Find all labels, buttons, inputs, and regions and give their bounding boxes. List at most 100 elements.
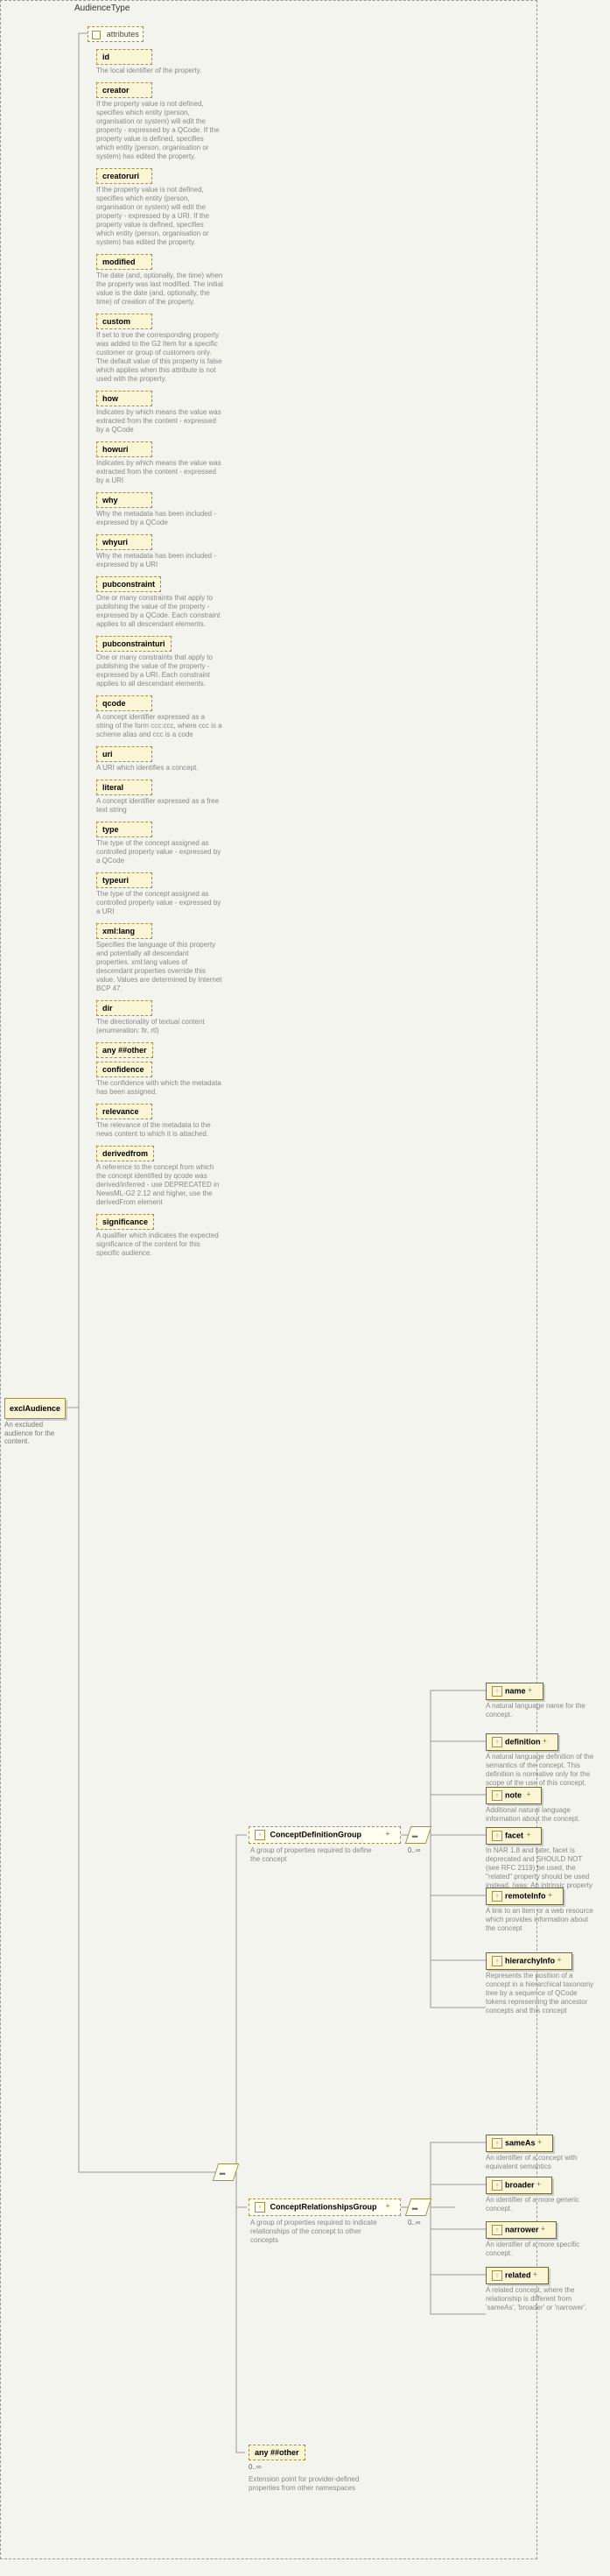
attr-id[interactable]: id	[96, 49, 152, 65]
element-note[interactable]: ▫note +	[486, 1787, 542, 1804]
attr-xml-lang[interactable]: xml:lang	[96, 923, 152, 939]
attr-whyuri[interactable]: whyuri	[96, 534, 152, 550]
attribute-list-container: id The local identifier of the property.…	[96, 49, 223, 1265]
attr-relevance[interactable]: relevance	[96, 1104, 152, 1119]
plus-icon[interactable]: +	[536, 2138, 544, 2147]
extension-desc: Extension point for provider-defined pro…	[249, 2475, 371, 2493]
attr-desc: The relevance of the metadata to the new…	[96, 1121, 223, 1139]
plus-icon[interactable]: +	[541, 1737, 550, 1746]
sequence-connector-def: •••	[408, 1826, 429, 1842]
definition-group-desc: A group of properties required to define…	[250, 1846, 377, 1864]
attr-desc: A concept identifier expressed as a stri…	[96, 713, 223, 739]
element-icon: ▫	[492, 2138, 502, 2149]
attr-typeuri[interactable]: typeuri	[96, 872, 152, 888]
element-icon: ▫	[492, 1790, 502, 1801]
attr-desc: A reference to the concept from which th…	[96, 1163, 223, 1207]
attributes-box[interactable]	[88, 26, 144, 42]
plus-icon[interactable]: +	[526, 1686, 535, 1695]
element-hierarchyinfo[interactable]: ▫hierarchyInfo +	[486, 1952, 572, 1970]
attr-uri[interactable]: uri	[96, 746, 152, 762]
concept-relationships-group[interactable]: ▫ ConceptRelationshipsGroup +	[249, 2198, 401, 2216]
element-name[interactable]: ▫name +	[486, 1683, 543, 1700]
element-desc: Additional natural language information …	[486, 1806, 595, 1824]
attr-desc: The directionality of textual content (e…	[96, 1018, 223, 1035]
attr-desc: Why the metadata has been included - exp…	[96, 510, 223, 527]
element-definition[interactable]: ▫definition +	[486, 1733, 558, 1751]
attr-pubconstraint[interactable]: pubconstraint	[96, 576, 161, 592]
frame-title: AudienceType	[74, 4, 130, 13]
element-sameas[interactable]: ▫sameAs +	[486, 2135, 553, 2152]
plus-icon[interactable]: +	[383, 1830, 392, 1838]
element-related[interactable]: ▫related +	[486, 2267, 549, 2284]
element-facet[interactable]: ▫facet +	[486, 1827, 542, 1845]
sequence-connector-rel: •••	[408, 2198, 429, 2214]
element-desc: A natural language definition of the sem…	[486, 1753, 595, 1788]
root-element-exclaudience: exclAudience	[4, 1398, 66, 1419]
attr-desc: The date (and, optionally, the time) whe…	[96, 272, 223, 307]
attr-type[interactable]: type	[96, 822, 152, 837]
attr-desc: The local identifier of the property.	[96, 67, 223, 75]
sequence-connector: •••	[215, 2163, 242, 2183]
attr-custom[interactable]: custom	[96, 314, 152, 329]
attr-desc: The type of the concept assigned as cont…	[96, 839, 223, 865]
attr-literal[interactable]: literal	[96, 780, 152, 795]
plus-icon[interactable]: +	[555, 1956, 564, 1965]
element-remoteinfo[interactable]: ▫remoteInfo +	[486, 1888, 564, 1905]
attr-desc: Indicates by which means the value was e…	[96, 459, 223, 485]
attr-howuri[interactable]: howuri	[96, 441, 152, 457]
element-desc: A link to an item or a web resource whic…	[486, 1907, 595, 1933]
cardinality-def: 0..∞	[408, 1846, 421, 1854]
attr-desc: A concept identifier expressed as a free…	[96, 797, 223, 815]
plus-icon[interactable]: +	[524, 1790, 533, 1799]
attr-dir[interactable]: dir	[96, 1000, 152, 1016]
attr-modified[interactable]: modified	[96, 254, 152, 270]
relationships-group-desc: A group of properties required to indica…	[250, 2219, 382, 2245]
folder-icon: ▫	[255, 2202, 265, 2213]
diagram-canvas: AudienceType exclAudience An excluded au…	[0, 0, 610, 2576]
attr-how[interactable]: how	[96, 391, 152, 406]
element-narrower[interactable]: ▫narrower +	[486, 2221, 557, 2239]
element-desc: A related concept, where the relationshi…	[486, 2286, 595, 2312]
element-desc: An identifier of a more generic concept.	[486, 2196, 595, 2213]
plus-icon[interactable]: +	[546, 1891, 555, 1900]
element-icon: ▫	[492, 1686, 502, 1697]
attr-desc: Indicates by which means the value was e…	[96, 408, 223, 434]
attr-desc: If the property value is not defined, sp…	[96, 100, 223, 161]
attr-why[interactable]: why	[96, 492, 152, 508]
element-icon: ▫	[492, 1737, 502, 1747]
attr-desc: Why the metadata has been included - exp…	[96, 552, 223, 569]
attr-desc: A URI which identifies a concept.	[96, 764, 223, 773]
extension-any-element[interactable]: any ##other	[249, 2445, 305, 2460]
element-icon: ▫	[492, 1831, 502, 1841]
plus-icon[interactable]: +	[383, 2202, 392, 2211]
attr-desc: If the property value is not defined, sp…	[96, 186, 223, 247]
audience-type-frame	[0, 0, 537, 2559]
extension-cardinality: 0..∞	[249, 2463, 262, 2471]
attr-creatoruri[interactable]: creatoruri	[96, 168, 152, 184]
element-desc: An identifier of a more specific concept…	[486, 2241, 595, 2258]
concept-definition-group[interactable]: ▫ ConceptDefinitionGroup +	[249, 1826, 401, 1844]
attr-desc: One or many constraints that apply to pu…	[96, 653, 223, 688]
plus-icon[interactable]: +	[539, 2225, 548, 2234]
attr-desc: The type of the concept assigned as cont…	[96, 890, 223, 916]
element-desc: A natural language name for the concept.	[486, 1702, 595, 1719]
attr-any---other[interactable]: any ##other	[96, 1042, 153, 1058]
element-icon: ▫	[492, 1956, 502, 1966]
attr-derivedfrom[interactable]: derivedfrom	[96, 1146, 154, 1161]
element-icon: ▫	[492, 2225, 502, 2235]
attr-significance[interactable]: significance	[96, 1214, 154, 1230]
element-icon: ▫	[492, 2180, 502, 2191]
element-icon: ▫	[492, 1891, 502, 1902]
element-desc: Represents the position of a concept in …	[486, 1972, 595, 2015]
plus-icon[interactable]: +	[531, 2270, 540, 2279]
attr-qcode[interactable]: qcode	[96, 695, 152, 711]
attr-desc: One or many constraints that apply to pu…	[96, 594, 223, 629]
attr-pubconstrainturi[interactable]: pubconstrainturi	[96, 636, 172, 652]
plus-icon[interactable]: +	[535, 2180, 543, 2189]
attr-desc: If set to true the corresponding propert…	[96, 331, 223, 384]
attr-creator[interactable]: creator	[96, 82, 152, 98]
plus-icon[interactable]: +	[524, 1831, 533, 1839]
attr-confidence[interactable]: confidence	[96, 1062, 152, 1077]
element-desc: An identifier of a concept with equivale…	[486, 2154, 595, 2171]
element-broader[interactable]: ▫broader +	[486, 2177, 552, 2194]
